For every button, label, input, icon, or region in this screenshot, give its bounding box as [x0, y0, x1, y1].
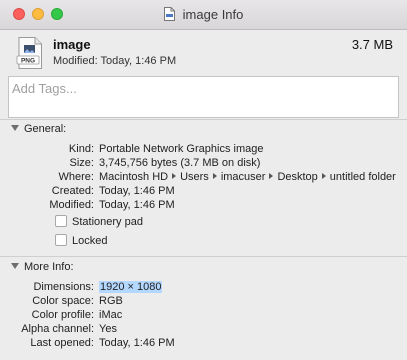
path-arrow-icon	[172, 173, 177, 179]
title-bar[interactable]: image Info	[0, 0, 407, 30]
value-kind: Portable Network Graphics image	[99, 143, 264, 155]
value-modified: Today, 1:46 PM	[99, 199, 175, 211]
png-badge-text: PNG	[21, 58, 35, 65]
locked-checkbox[interactable]: Locked	[55, 234, 107, 247]
get-info-window: image Info PNG image 3.7 MB Modified: To…	[0, 0, 407, 360]
file-size: 3.7 MB	[351, 37, 393, 52]
value-size: 3,745,756 bytes (3.7 MB on disk)	[99, 157, 261, 169]
path-segment: imacuser	[220, 171, 266, 183]
stationery-pad-checkbox[interactable]: Stationery pad	[55, 215, 143, 228]
info-row-alpha-channel: Alpha channel: Yes	[0, 323, 407, 338]
value-where-path: Macintosh HD Users imacuser Desktop untitled…	[99, 171, 396, 183]
path-arrow-icon	[212, 173, 217, 179]
window-title: image Info	[182, 7, 244, 22]
info-row-kind: Kind: Portable Network Graphics image	[0, 143, 407, 158]
more-info-section-header[interactable]: More Info:	[11, 261, 74, 273]
disclosure-triangle-icon[interactable]	[11, 263, 19, 269]
path-segment: Desktop	[277, 171, 318, 183]
label-alpha-channel: Alpha channel:	[21, 323, 94, 335]
info-row-last-opened: Last opened: Today, 1:46 PM	[0, 337, 407, 352]
disclosure-triangle-icon[interactable]	[11, 125, 19, 131]
divider	[0, 119, 407, 120]
info-row-modified: Modified: Today, 1:46 PM	[0, 199, 407, 214]
divider	[0, 256, 407, 257]
png-file-icon: PNG	[16, 37, 42, 69]
value-created: Today, 1:46 PM	[99, 185, 175, 197]
path-arrow-icon	[269, 173, 274, 179]
info-row-size: Size: 3,745,756 bytes (3.7 MB on disk)	[0, 157, 407, 172]
tags-placeholder: Add Tags...	[12, 81, 77, 96]
label-last-opened: Last opened:	[30, 337, 94, 349]
info-row-dimensions: Dimensions: 1920 × 1080	[0, 281, 407, 296]
label-kind: Kind:	[68, 143, 94, 155]
label-color-space: Color space:	[32, 295, 94, 307]
info-row-color-profile: Color profile: iMac	[0, 309, 407, 324]
path-segment: untitled folder	[329, 171, 396, 183]
value-last-opened: Today, 1:46 PM	[99, 337, 175, 349]
info-row-color-space: Color space: RGB	[0, 295, 407, 310]
document-icon	[163, 7, 175, 21]
path-arrow-icon	[321, 173, 326, 179]
label-where: Where:	[58, 171, 94, 183]
modified-date: Modified: Today, 1:46 PM	[53, 55, 177, 67]
general-section-header[interactable]: General:	[11, 123, 66, 135]
value-dimensions[interactable]: 1920 × 1080	[99, 281, 163, 293]
info-row-created: Created: Today, 1:46 PM	[0, 185, 407, 200]
label-color-profile: Color profile:	[31, 309, 94, 321]
info-row-where: Where: Macintosh HD Users imacuser Desktop u…	[0, 171, 407, 186]
checkbox-icon[interactable]	[55, 215, 67, 227]
checkbox-icon[interactable]	[55, 234, 67, 246]
file-name: image	[53, 37, 91, 52]
label-created: Created:	[51, 185, 94, 197]
label-size: Size:	[69, 157, 94, 169]
path-segment: Users	[180, 171, 209, 183]
label-dimensions: Dimensions:	[33, 281, 94, 293]
value-color-space: RGB	[99, 295, 123, 307]
label-modified: Modified:	[49, 199, 94, 211]
path-segment: Macintosh HD	[99, 171, 169, 183]
value-color-profile: iMac	[99, 309, 123, 321]
tags-field[interactable]: Add Tags...	[8, 76, 399, 118]
value-alpha-channel: Yes	[99, 323, 117, 335]
